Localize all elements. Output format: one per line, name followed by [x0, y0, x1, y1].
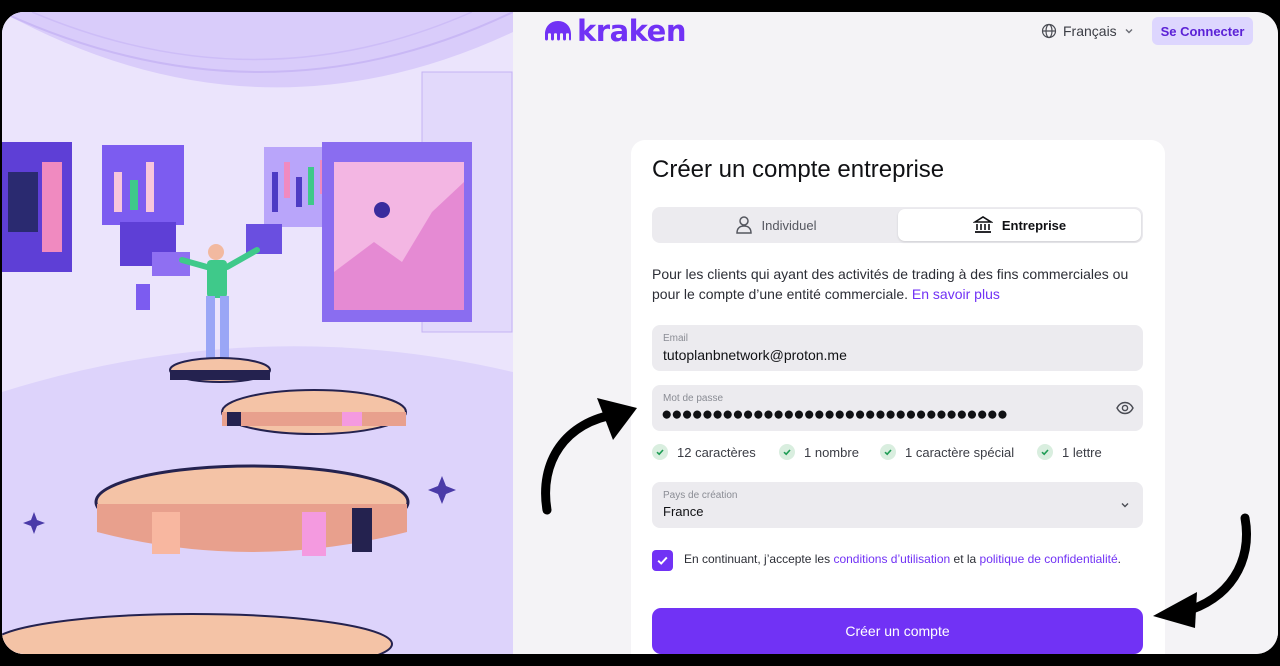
check-icon — [1037, 444, 1053, 460]
bank-building-icon — [972, 216, 993, 233]
description-text: Pour les clients qui ayant des activités… — [652, 266, 1129, 302]
email-value: tutoplanbnetwork@proton.me — [663, 347, 847, 363]
person-icon — [735, 216, 752, 234]
email-label: Email — [663, 333, 689, 344]
kraken-logo[interactable]: kraken — [543, 14, 686, 48]
privacy-link[interactable]: politique de confidentialité — [980, 552, 1118, 566]
country-value: France — [663, 504, 704, 519]
password-field[interactable]: Mot de passe ●●●●●●●●●●●●●●●●●●●●●●●●●●●… — [652, 385, 1143, 431]
requirement-label: 1 lettre — [1062, 444, 1102, 460]
chevron-down-icon — [1125, 29, 1133, 34]
check-icon — [652, 444, 668, 460]
eye-icon[interactable] — [1116, 399, 1134, 417]
kraken-mark-icon — [545, 21, 571, 41]
create-account-button[interactable]: Créer un compte — [652, 608, 1143, 654]
chevron-down-icon — [1121, 503, 1129, 508]
account-type-toggle: Individuel Entreprise — [652, 207, 1143, 243]
requirement-special: 1 caractère spécial — [880, 444, 1037, 460]
country-label: Pays de création — [663, 490, 738, 501]
password-label: Mot de passe — [663, 393, 724, 404]
tab-individuel-label: Individuel — [761, 217, 817, 233]
consent-text: En continuant, j’accepte les conditions … — [684, 550, 1124, 568]
tab-entreprise[interactable]: Entreprise — [898, 209, 1141, 241]
tab-individuel[interactable]: Individuel — [654, 209, 897, 241]
signup-card: Créer un compte entreprise Individuel En… — [631, 140, 1165, 654]
email-field[interactable]: Email tutoplanbnetwork@proton.me — [652, 325, 1143, 371]
consent-text-middle: et la — [950, 552, 980, 566]
hero-illustration — [2, 12, 513, 654]
requirement-length: 12 caractères — [652, 444, 779, 460]
language-selector[interactable]: Français — [1041, 18, 1135, 44]
requirement-letter: 1 lettre — [1037, 444, 1102, 460]
country-select[interactable]: Pays de création France — [652, 482, 1143, 528]
checkmark-icon — [657, 556, 668, 565]
requirement-label: 1 nombre — [804, 444, 859, 460]
page-title: Créer un compte entreprise — [652, 156, 945, 183]
signup-panel: kraken Français Se Connecter Créer un co… — [513, 12, 1278, 654]
signin-button[interactable]: Se Connecter — [1152, 17, 1253, 45]
consent-checkbox[interactable] — [652, 550, 673, 571]
logo-text: kraken — [577, 14, 686, 48]
requirement-label: 1 caractère spécial — [905, 444, 1015, 460]
terms-link[interactable]: conditions d’utilisation — [833, 552, 950, 566]
tab-entreprise-label: Entreprise — [1001, 217, 1067, 233]
learn-more-link[interactable]: En savoir plus — [912, 286, 1000, 302]
requirement-label: 12 caractères — [677, 444, 756, 460]
annotation-arrow-icon — [1153, 513, 1251, 628]
consent-text-after: . — [1117, 552, 1121, 566]
requirement-number: 1 nombre — [779, 444, 880, 460]
language-label: Français — [1063, 23, 1117, 39]
check-icon — [880, 444, 896, 460]
consent-text-before: En continuant, j’accepte les — [684, 552, 834, 566]
annotation-arrow-icon — [541, 398, 637, 515]
app-frame: kraken Français Se Connecter Créer un co… — [2, 12, 1278, 654]
password-value: ●●●●●●●●●●●●●●●●●●●●●●●●●●●●●●●●●● — [661, 404, 1008, 425]
globe-icon — [1041, 23, 1057, 39]
check-icon — [779, 444, 795, 460]
account-description: Pour les clients qui ayant des activités… — [652, 264, 1147, 304]
password-requirements: 12 caractères 1 nombre 1 caractère spéci… — [652, 444, 1102, 460]
